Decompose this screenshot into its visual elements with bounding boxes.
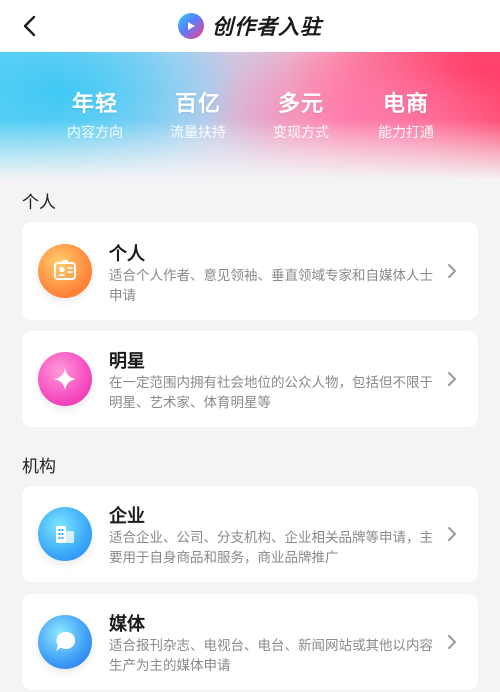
card-title: 企业 [109,506,145,527]
card-title: 明星 [109,351,145,372]
feature-caption: 内容方向 [67,125,123,141]
feature-item: 电商 能力打通 [351,86,461,142]
feature-headline: 年轻 [71,92,118,117]
card-celebrity[interactable]: 明星 在一定范围内拥有社会地位的公众人物，包括但不限于明星、艺术家、体育明星等 [22,331,478,427]
chevron-right-icon [444,634,460,650]
card-enterprise[interactable]: 企业 适合企业、公司、分支机构、企业相关品牌等申请，主要用于自身商品和服务，商业… [22,486,478,582]
speech-bubble-icon [38,615,92,669]
card-description: 适合企业、公司、分支机构、企业相关品牌等申请，主要用于自身商品和服务，商业品牌推… [109,530,433,566]
feature-headline: 百亿 [174,92,221,117]
section-title-organization: 机构 [22,457,56,477]
id-badge-icon [38,244,92,298]
feature-caption: 能力打通 [378,125,434,141]
card-title: 媒体 [109,614,145,635]
sparkle-star-icon [38,352,92,406]
feature-item: 多元 变现方式 [246,86,356,142]
page-title: 创作者入驻 [212,15,322,39]
feature-headline: 电商 [382,92,429,117]
building-icon [38,507,92,561]
card-personal[interactable]: 个人 适合个人作者、意见领袖、垂直领域专家和自媒体人士申请 [22,222,478,320]
feature-item: 百亿 流量扶持 [143,86,253,142]
card-description: 适合个人作者、意见领袖、垂直领域专家和自媒体人士申请 [109,268,433,304]
card-title: 个人 [109,244,145,265]
card-description: 适合报刊杂志、电视台、电台、新闻网站或其他以内容生产为主的媒体申请 [109,638,433,674]
card-media[interactable]: 媒体 适合报刊杂志、电视台、电台、新闻网站或其他以内容生产为主的媒体申请 [22,594,478,690]
feature-item: 年轻 内容方向 [40,86,150,142]
chevron-right-icon [444,371,460,387]
chevron-right-icon [444,526,460,542]
chevron-right-icon [444,263,460,279]
card-description: 在一定范围内拥有社会地位的公众人物，包括但不限于明星、艺术家、体育明星等 [109,375,433,411]
feature-headline: 多元 [277,92,324,117]
top-nav-bar: 创作者入驻 [0,0,500,52]
feature-banner: 年轻 内容方向 百亿 流量扶持 多元 变现方式 电商 能力打通 [0,52,500,180]
feature-caption: 流量扶持 [170,125,226,141]
back-button[interactable] [12,8,48,44]
back-arrow-icon [23,15,36,37]
app-logo-icon [178,13,204,39]
feature-caption: 变现方式 [273,125,329,141]
section-title-personal: 个人 [22,193,56,213]
